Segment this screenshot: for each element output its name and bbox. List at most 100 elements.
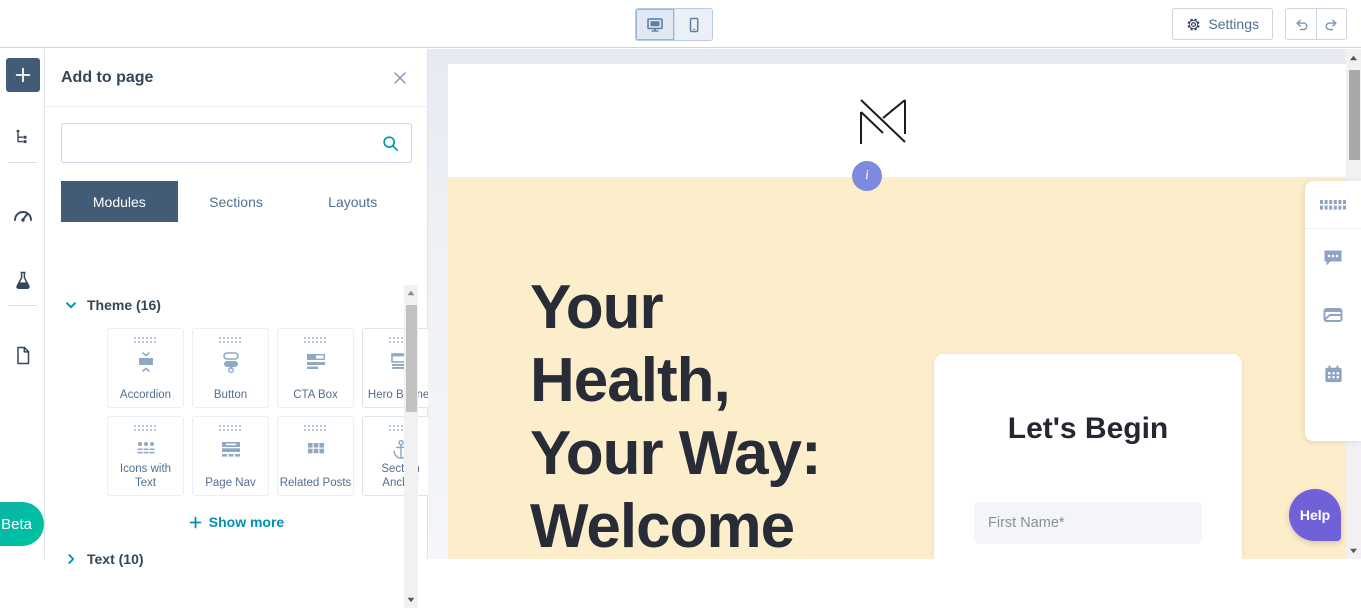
module-label: Button (193, 388, 268, 402)
module-card-hero-banner[interactable]: Hero Banner (362, 328, 428, 408)
scroll-down-arrow-icon[interactable] (404, 592, 418, 608)
info-badge[interactable]: i (852, 161, 882, 191)
module-label: Page Nav (193, 476, 268, 490)
search-input[interactable] (61, 123, 412, 163)
page-title: Add to page (61, 69, 153, 87)
gear-icon (1186, 17, 1201, 32)
site-header-band (448, 64, 1348, 177)
hero-headline: Your Health, Your Way: Welcome to (530, 271, 860, 559)
top-toolbar: Settings (0, 0, 1361, 48)
module-card-related-posts[interactable]: Related Posts (277, 416, 354, 496)
desktop-view-button[interactable] (636, 9, 674, 40)
scroll-down-arrow-icon[interactable] (1346, 542, 1361, 559)
show-more-button[interactable]: Show more (45, 514, 428, 530)
module-card-section-anchor[interactable]: Section Anchor (362, 416, 428, 496)
sidebar-item-page-details[interactable] (6, 338, 40, 372)
module-grid: Accordion (45, 323, 428, 496)
group-label-theme: Theme (16) (87, 297, 161, 313)
related-posts-icon (303, 437, 329, 463)
chevron-down-icon (65, 299, 77, 311)
form-title: Let's Begin (974, 412, 1202, 446)
group-header-theme[interactable]: Theme (16) (45, 285, 428, 323)
add-to-page-panel: Add to page Modules Sections Layouts The… (45, 49, 428, 559)
mobile-view-button[interactable] (674, 9, 712, 40)
desktop-icon (646, 16, 664, 34)
plus-icon (14, 66, 32, 84)
show-more-label: Show more (209, 514, 284, 530)
calendar-icon (1322, 363, 1345, 386)
gauge-icon (12, 206, 34, 228)
calendar-tool-button[interactable] (1305, 345, 1361, 403)
module-label: Section Anchor (363, 462, 428, 490)
plus-icon (189, 516, 202, 529)
page-nav-icon (218, 437, 244, 463)
page-canvas-area: i Your Health, Your Way: Welcome to Let'… (428, 49, 1361, 559)
device-preview-toggle[interactable] (635, 8, 713, 41)
group-label-text: Text (10) (87, 551, 144, 567)
module-list: Theme (16) (45, 285, 428, 608)
hero-section[interactable]: Your Health, Your Way: Welcome to Let's … (448, 177, 1348, 559)
scroll-up-arrow-icon[interactable] (404, 285, 418, 301)
drag-handle-dots-icon[interactable] (133, 424, 159, 433)
module-card-accordion[interactable]: Accordion (107, 328, 184, 408)
canvas-scroll-thumb[interactable] (1349, 70, 1360, 160)
drag-handle-dots-icon[interactable] (218, 424, 244, 433)
rail-divider-1 (8, 162, 37, 163)
group-header-text[interactable]: Text (10) (45, 530, 428, 577)
chat-tool-button[interactable] (1305, 229, 1361, 287)
redo-button[interactable] (1316, 9, 1346, 39)
settings-label: Settings (1208, 16, 1259, 32)
beta-label: Beta (1, 516, 32, 533)
floating-tools-panel (1305, 181, 1361, 441)
left-icon-rail: Beta (0, 49, 45, 559)
drag-handle-dots-icon[interactable] (1305, 181, 1361, 229)
document-icon (13, 345, 33, 366)
search-button[interactable] (379, 132, 401, 154)
beta-badge[interactable]: Beta (0, 502, 44, 546)
module-label: Related Posts (278, 476, 353, 490)
drag-handle-dots-icon[interactable] (133, 336, 159, 345)
help-label: Help (1300, 507, 1330, 523)
module-label: Accordion (108, 388, 183, 402)
sidebar-item-tests[interactable] (6, 263, 40, 297)
search-icon (381, 134, 400, 153)
content-tree-icon (13, 127, 33, 147)
chat-bubble-icon (1321, 246, 1345, 270)
top-toolbar-right-group: Settings (1172, 8, 1347, 40)
module-label: Icons with Text (108, 462, 183, 490)
drag-handle-dots-icon[interactable] (303, 336, 329, 345)
m-monogram-logo (853, 92, 913, 155)
module-card-button[interactable]: Button (192, 328, 269, 408)
drag-handle-dots-icon[interactable] (303, 424, 329, 433)
panel-scrollbar[interactable] (404, 285, 418, 608)
page-preview: i Your Health, Your Way: Welcome to Let'… (448, 64, 1348, 559)
first-name-field[interactable]: First Name* (974, 502, 1202, 544)
undo-button[interactable] (1286, 9, 1316, 39)
panel-tabs: Modules Sections Layouts (61, 181, 411, 222)
redo-arrow-icon (1323, 16, 1340, 33)
tab-sections[interactable]: Sections (178, 181, 295, 222)
scroll-up-arrow-icon[interactable] (1346, 49, 1361, 66)
module-card-page-nav[interactable]: Page Nav (192, 416, 269, 496)
drag-handle-dots-icon[interactable] (218, 336, 244, 345)
settings-button[interactable]: Settings (1172, 8, 1273, 40)
close-panel-button[interactable] (391, 69, 409, 92)
tab-layouts[interactable]: Layouts (294, 181, 411, 222)
lead-form-card: Let's Begin First Name* Last Name* Job T… (934, 354, 1242, 559)
tab-modules[interactable]: Modules (61, 181, 178, 222)
meetings-window-icon (1321, 304, 1345, 328)
rail-divider-2 (8, 305, 37, 306)
icons-with-text-icon (133, 437, 159, 463)
mobile-icon (685, 16, 703, 34)
module-label: Hero Banner (363, 388, 428, 402)
panel-header: Add to page (45, 49, 427, 107)
module-card-icons-with-text[interactable]: Icons with Text (107, 416, 184, 496)
panel-scroll-thumb[interactable] (406, 305, 417, 412)
sidebar-item-content-tree[interactable] (6, 120, 40, 154)
help-button[interactable]: Help (1289, 489, 1341, 541)
close-icon (391, 69, 409, 87)
meetings-tool-button[interactable] (1305, 287, 1361, 345)
add-to-page-button[interactable] (6, 58, 40, 92)
sidebar-item-optimize[interactable] (6, 200, 40, 234)
module-card-cta-box[interactable]: CTA Box (277, 328, 354, 408)
